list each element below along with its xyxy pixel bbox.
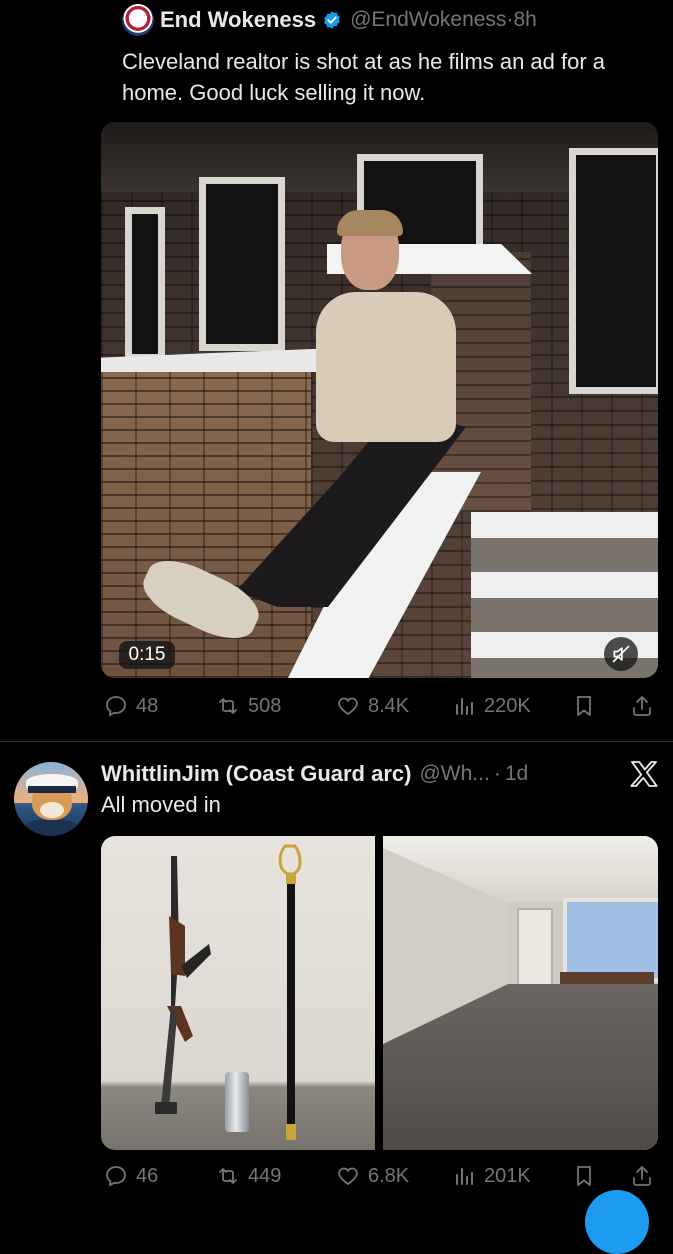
reply-icon xyxy=(106,1166,126,1187)
avatar-end-wokeness[interactable] xyxy=(122,4,154,36)
action-bar: 46 449 6.8K 201K xyxy=(104,1160,664,1192)
display-name[interactable]: End Wokeness xyxy=(160,7,316,33)
reply-icon xyxy=(106,696,126,717)
share-icon xyxy=(633,696,651,716)
heart-icon xyxy=(338,697,358,716)
verified-badge-icon xyxy=(324,11,340,29)
tweet-video[interactable] xyxy=(101,122,658,678)
share-button[interactable] xyxy=(630,690,654,722)
handle[interactable]: @Wh... xyxy=(419,762,489,786)
x-logo-icon[interactable] xyxy=(628,758,660,790)
display-name[interactable]: WhittlinJim (Coast Guard arc) xyxy=(101,761,411,787)
avatar-whittlinjim[interactable] xyxy=(14,762,88,836)
tweet-header: End Wokeness @EndWokeness · 8h xyxy=(160,6,537,34)
share-button[interactable] xyxy=(630,1160,654,1192)
reply-button[interactable]: 46 xyxy=(104,1160,158,1192)
views-button[interactable]: 201K xyxy=(452,1160,531,1192)
tweet-text: All moved in xyxy=(101,792,221,817)
like-count: 8.4K xyxy=(368,694,410,717)
image-empty-room[interactable] xyxy=(383,836,658,1150)
bookmark-icon xyxy=(577,696,591,716)
image-rifle-and-sword[interactable] xyxy=(101,836,375,1150)
muted-speaker-icon xyxy=(612,645,630,663)
repost-icon xyxy=(219,698,237,714)
separator: · xyxy=(506,8,514,31)
views-icon xyxy=(456,698,473,715)
tweet-header: WhittlinJim (Coast Guard arc) @Wh... · 1… xyxy=(101,758,528,790)
timestamp[interactable]: 8h xyxy=(513,8,536,32)
reply-button[interactable]: 48 xyxy=(104,690,158,722)
repost-icon xyxy=(219,1168,237,1184)
bookmark-icon xyxy=(577,1166,591,1186)
tweet-text: Cleveland realtor is shot at as he films… xyxy=(122,49,606,105)
like-button[interactable]: 8.4K xyxy=(336,690,409,722)
like-count: 6.8K xyxy=(368,1164,410,1187)
views-button[interactable]: 220K xyxy=(452,690,531,722)
action-bar: 48 508 8.4K 220K xyxy=(104,690,664,722)
bookmark-button[interactable] xyxy=(572,690,596,722)
reply-count: 46 xyxy=(136,1164,159,1187)
view-count: 220K xyxy=(484,694,531,717)
handle[interactable]: @EndWokeness xyxy=(350,8,506,32)
timestamp[interactable]: 1d xyxy=(505,762,528,786)
reply-count: 48 xyxy=(136,694,159,717)
tweet-images xyxy=(101,836,658,1150)
repost-count: 508 xyxy=(248,694,282,717)
tweet-end-wokeness[interactable]: End Wokeness @EndWokeness · 8h Cleveland… xyxy=(0,0,673,740)
repost-button[interactable]: 508 xyxy=(216,690,281,722)
video-duration: 0:15 xyxy=(119,641,175,669)
repost-button[interactable]: 449 xyxy=(216,1160,281,1192)
share-icon xyxy=(633,1166,651,1186)
separator: · xyxy=(493,762,501,785)
like-button[interactable]: 6.8K xyxy=(336,1160,409,1192)
view-count: 201K xyxy=(484,1164,531,1187)
bookmark-button[interactable] xyxy=(572,1160,596,1192)
views-icon xyxy=(456,1168,473,1185)
mute-button[interactable] xyxy=(604,637,638,671)
heart-icon xyxy=(338,1167,358,1186)
repost-count: 449 xyxy=(248,1164,282,1187)
